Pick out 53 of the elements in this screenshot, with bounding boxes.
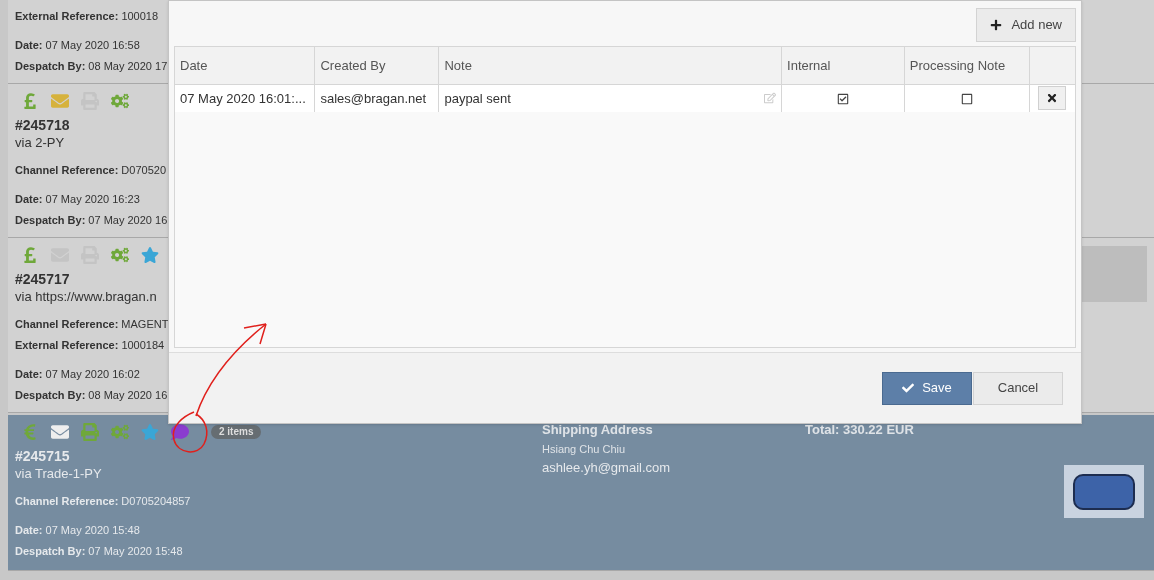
add-new-button[interactable]: Add new: [976, 8, 1076, 42]
order-detail: External Reference: 100018: [15, 9, 160, 24]
order-channel: via 2-PY: [15, 134, 66, 152]
order-detail: External Reference: 1000184: [15, 338, 166, 353]
plus-icon: [990, 19, 1003, 31]
order-detail: Despatch By: 08 May 2020 17: [15, 59, 169, 74]
order-detail: Despatch By: 08 May 2020 16: [15, 388, 169, 403]
order-detail: Channel Reference: D0705204857: [15, 494, 192, 509]
order-number[interactable]: #245718: [15, 116, 169, 134]
table-cell-text: paypal sent: [444, 89, 511, 108]
order-detail: Date: 07 May 2020 16:58: [15, 38, 141, 53]
shipping-heading: Shipping Address: [542, 421, 654, 439]
customer-name: Hsiang Chu Chiu: [542, 442, 627, 457]
column-header: Note: [438, 47, 782, 84]
gears-icon[interactable]: [111, 246, 129, 264]
selected-order-card[interactable]: 2 items #245715 via Trade-1-PY Channel Reference: D0705204857 Date: 07 May 2020 15:48 Despatch By: 07 May 2020 15:48 Shipping Address Hsiang Chu Chiu ashlee.yh@gmail.com Total: 330.22 EUR: [8, 415, 1154, 571]
order-detail: Despatch By: 07 May 2020 16: [15, 213, 169, 228]
star-icon[interactable]: [141, 423, 159, 441]
order-detail: Date: 07 May 2020 15:48: [15, 523, 141, 538]
delete-button[interactable]: [1038, 85, 1067, 110]
envelope-icon[interactable]: [51, 423, 69, 441]
edit-icon[interactable]: [764, 92, 777, 105]
order-detail: Despatch By: 07 May 2020 15:48: [15, 544, 184, 559]
order-channel: via Trade-1-PY: [15, 465, 103, 483]
cancel-button[interactable]: Cancel: [973, 371, 1063, 405]
close-icon: [1046, 91, 1059, 104]
table-cell: sales@bragan.net: [314, 84, 439, 112]
order-detail: Date: 07 May 2020 16:02: [15, 367, 141, 382]
printer-icon[interactable]: [81, 423, 99, 441]
chat-bubble-icon[interactable]: [171, 423, 189, 441]
column-header: Internal: [781, 47, 905, 84]
customer-email: ashlee.yh@gmail.com: [542, 459, 672, 477]
star-icon[interactable]: [141, 246, 159, 264]
order-detail: Channel Reference: MAGENT: [15, 317, 169, 332]
column-header: Processing Note: [904, 47, 1030, 84]
order-channel: via https://www.bragan.n: [15, 288, 158, 306]
order-detail: Channel Reference: D070520: [15, 163, 168, 178]
order-detail: Date: 07 May 2020 16:23: [15, 192, 141, 207]
order-total: Total: 330.22 EUR: [805, 421, 915, 439]
gears-icon[interactable]: [111, 92, 129, 110]
column-header: Created By: [314, 47, 439, 84]
checkbox[interactable]: [836, 93, 849, 105]
pound-icon[interactable]: [21, 246, 39, 264]
gears-icon[interactable]: [111, 423, 129, 441]
check-icon: [902, 382, 915, 394]
pound-icon[interactable]: [21, 92, 39, 110]
checkbox[interactable]: [960, 93, 973, 105]
order-number[interactable]: #245717: [15, 270, 169, 288]
item-count-badge: 2 items: [211, 425, 262, 439]
save-button[interactable]: Save: [882, 371, 972, 405]
table-cell: 07 May 2020 16:01:...: [175, 84, 315, 112]
column-header: Date: [175, 47, 315, 84]
envelope-icon[interactable]: [51, 92, 69, 110]
